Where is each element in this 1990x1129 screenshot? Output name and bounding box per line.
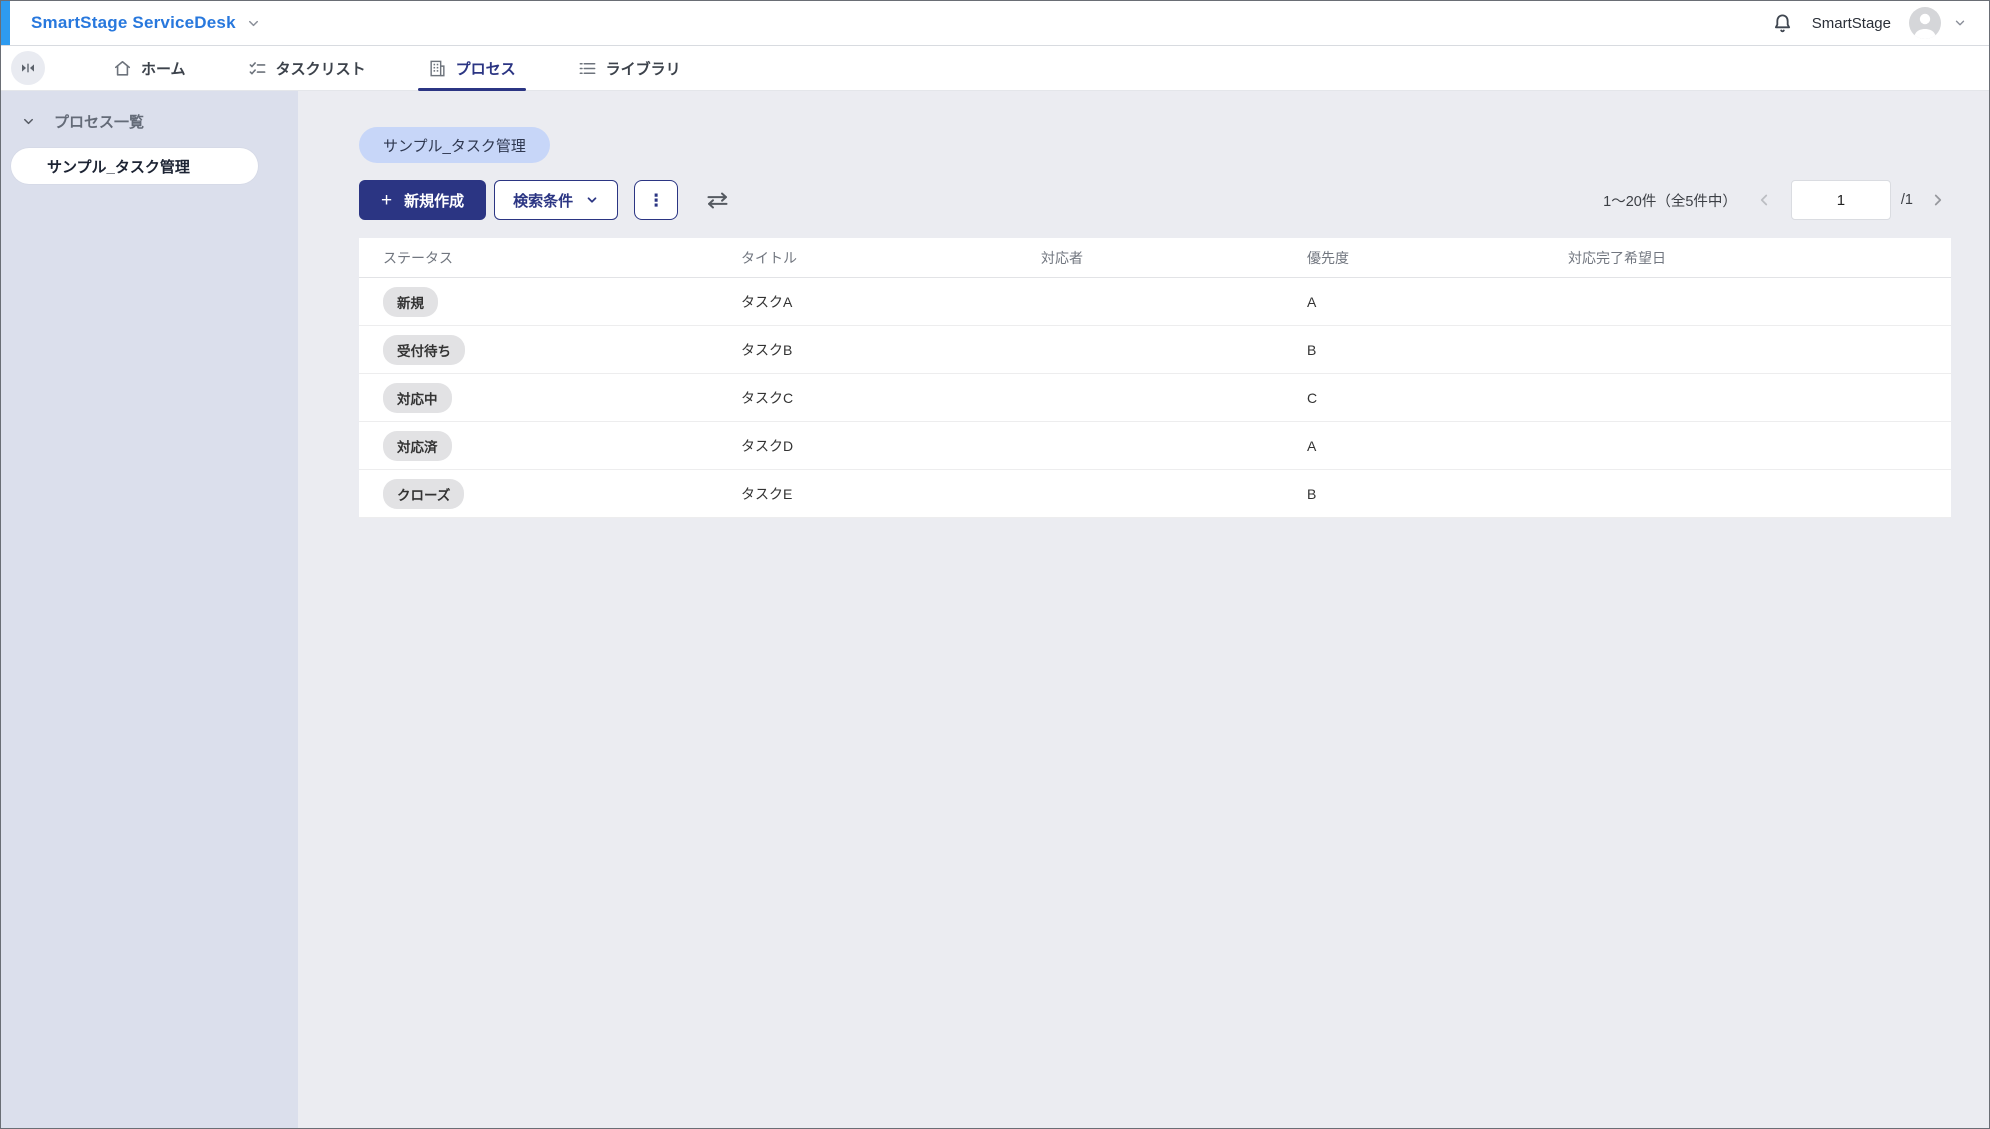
- table-header: ステータス タイトル 対応者 優先度 対応完了希望日: [359, 238, 1951, 278]
- avatar[interactable]: [1909, 7, 1941, 39]
- home-icon: [113, 59, 132, 78]
- search-conditions-button[interactable]: 検索条件: [494, 180, 618, 220]
- sidebar-section-title: プロセス一覧: [54, 111, 144, 132]
- tab-process[interactable]: プロセス: [414, 46, 530, 91]
- building-icon: [428, 59, 447, 78]
- sidebar-section-process-list[interactable]: プロセス一覧: [1, 103, 298, 140]
- sidebar-item-sample-task[interactable]: サンプル_タスク管理: [11, 148, 258, 184]
- task-table: ステータス タイトル 対応者 優先度 対応完了希望日 新規 タスクA A 受付待…: [359, 238, 1951, 518]
- sidebar: プロセス一覧 サンプル_タスク管理: [1, 91, 298, 1128]
- tab-home-label: ホーム: [141, 58, 186, 79]
- tab-tasklist-label: タスクリスト: [276, 58, 366, 79]
- toolbar: + 新規作成 検索条件 ⋮: [359, 180, 1951, 220]
- status-badge: 新規: [383, 287, 438, 317]
- col-header-due-date: 対応完了希望日: [1568, 248, 1951, 268]
- checklist-icon: [248, 59, 267, 78]
- page-total-text: /1: [1901, 192, 1913, 208]
- top-bar: SmartStage ServiceDesk SmartStage: [1, 1, 1989, 46]
- col-header-status: ステータス: [359, 248, 741, 268]
- table-row[interactable]: クローズ タスクE B: [359, 470, 1951, 518]
- task-priority: B: [1307, 486, 1568, 502]
- sidebar-collapse-button[interactable]: [11, 51, 45, 85]
- col-header-title: タイトル: [741, 248, 1041, 268]
- status-badge: 対応済: [383, 431, 452, 461]
- table-body: 新規 タスクA A 受付待ち タスクB B 対応中 タスクC C 対応済 タスク…: [359, 278, 1951, 518]
- task-title: タスクB: [741, 340, 1041, 360]
- tab-process-label: プロセス: [456, 58, 516, 79]
- main-content: サンプル_タスク管理 + 新規作成 検索条件 ⋮: [298, 91, 1989, 1128]
- status-badge: 受付待ち: [383, 335, 465, 365]
- accent-strip: [1, 1, 10, 45]
- status-badge: クローズ: [383, 479, 464, 509]
- task-title: タスクC: [741, 388, 1041, 408]
- library-icon: [578, 59, 597, 78]
- page-number-input[interactable]: [1791, 180, 1891, 220]
- task-title: タスクE: [741, 484, 1041, 504]
- pagination: 1〜20件（全5件中） /1: [1603, 180, 1951, 220]
- chevron-down-icon: [21, 114, 36, 129]
- new-create-button[interactable]: + 新規作成: [359, 180, 486, 220]
- app-title[interactable]: SmartStage ServiceDesk: [31, 13, 236, 33]
- app-title-chevron-down-icon[interactable]: [246, 16, 261, 31]
- tab-home[interactable]: ホーム: [99, 46, 200, 91]
- user-menu-chevron-down-icon[interactable]: [1953, 16, 1967, 30]
- next-page-chevron-right-icon[interactable]: [1925, 191, 1951, 209]
- task-priority: A: [1307, 294, 1568, 310]
- user-name: SmartStage: [1812, 15, 1891, 32]
- nav-bar: ホーム タスクリスト: [1, 46, 1989, 91]
- col-header-assignee: 対応者: [1041, 248, 1307, 268]
- table-row[interactable]: 受付待ち タスクB B: [359, 326, 1951, 374]
- chevron-down-icon: [585, 193, 599, 207]
- table-row[interactable]: 新規 タスクA A: [359, 278, 1951, 326]
- task-title: タスクD: [741, 436, 1041, 456]
- task-priority: A: [1307, 438, 1568, 454]
- tab-library-label: ライブラリ: [606, 58, 681, 79]
- task-priority: B: [1307, 342, 1568, 358]
- table-row[interactable]: 対応中 タスクC C: [359, 374, 1951, 422]
- notification-bell-icon[interactable]: [1771, 12, 1794, 35]
- plus-icon: +: [381, 191, 392, 210]
- status-badge: 対応中: [383, 383, 452, 413]
- task-priority: C: [1307, 390, 1568, 406]
- more-options-button[interactable]: ⋮: [634, 180, 678, 220]
- tab-library[interactable]: ライブラリ: [564, 46, 695, 91]
- prev-page-chevron-left-icon[interactable]: [1751, 191, 1777, 209]
- nav-tabs: ホーム タスクリスト: [99, 46, 729, 91]
- tab-tasklist[interactable]: タスクリスト: [234, 46, 380, 91]
- process-badge: サンプル_タスク管理: [359, 127, 550, 163]
- task-title: タスクA: [741, 292, 1041, 312]
- app-window: SmartStage ServiceDesk SmartStage: [0, 0, 1990, 1129]
- col-header-priority: 優先度: [1307, 248, 1568, 268]
- kebab-menu-icon: ⋮: [648, 192, 665, 209]
- swap-arrows-button[interactable]: [704, 187, 731, 214]
- pagination-range-text: 1〜20件（全5件中）: [1603, 190, 1737, 211]
- table-row[interactable]: 対応済 タスクD A: [359, 422, 1951, 470]
